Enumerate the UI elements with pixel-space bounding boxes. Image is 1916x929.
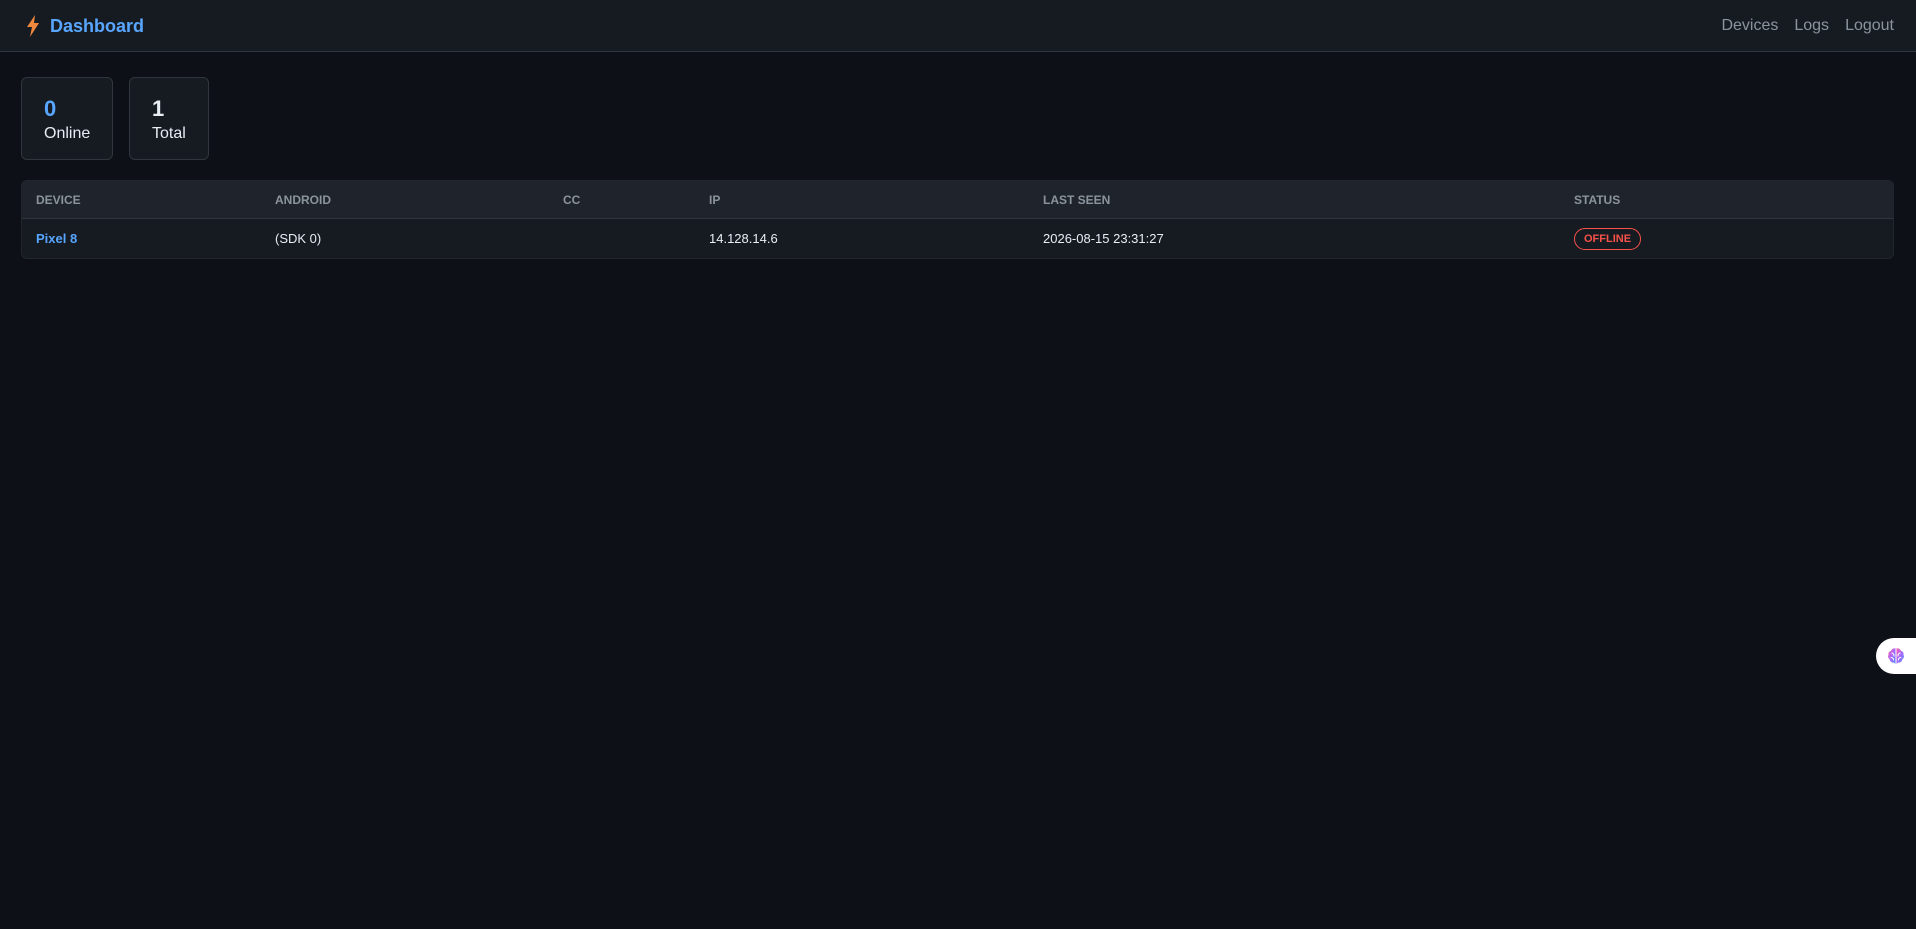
- online-label: Online: [44, 125, 91, 142]
- column-header-cc: CC: [549, 181, 695, 219]
- device-cell: Pixel 8: [22, 219, 261, 259]
- column-header-android: ANDROID: [261, 181, 549, 219]
- device-link[interactable]: Pixel 8: [36, 231, 77, 246]
- total-label: Total: [152, 125, 186, 142]
- nav-logout-link[interactable]: Logout: [1845, 15, 1894, 37]
- main-nav: Devices Logs Logout: [1721, 15, 1894, 37]
- last-seen-cell: 2026-08-15 23:31:27: [1043, 231, 1164, 246]
- top-navbar: Dashboard Devices Logs Logout: [0, 0, 1916, 52]
- brain-icon: [1888, 648, 1904, 664]
- page-title: Dashboard: [50, 16, 145, 36]
- lightning-bolt-icon: [27, 15, 39, 37]
- cc-cell: [549, 219, 695, 259]
- online-count: 0: [44, 96, 57, 121]
- status-cell: OFFLINE: [1560, 219, 1893, 259]
- status-badge: OFFLINE: [1574, 227, 1642, 250]
- column-header-last-seen: LAST SEEN: [1029, 181, 1560, 219]
- table-header-row: DEVICE ANDROID CC IP LAST SEEN STATUS: [22, 181, 1893, 219]
- side-widget-button[interactable]: [1876, 638, 1916, 674]
- column-header-device: DEVICE: [22, 181, 261, 219]
- stat-card-online: 0 Online: [21, 77, 113, 160]
- column-header-status: STATUS: [1560, 181, 1893, 219]
- nav-devices-link[interactable]: Devices: [1721, 15, 1778, 37]
- stat-card-total: 1 Total: [129, 77, 209, 160]
- devices-table: DEVICE ANDROID CC IP LAST SEEN STATUS Pi…: [21, 180, 1894, 259]
- android-cell: (SDK 0): [275, 231, 322, 246]
- ip-cell: 14.128.14.6: [709, 231, 778, 246]
- nav-logs-link[interactable]: Logs: [1794, 15, 1829, 37]
- table-row: Pixel 8 (SDK 0) 14.128.14.6 2026-08-15 2…: [22, 219, 1893, 259]
- stats-row: 0 Online 1 Total: [21, 77, 209, 160]
- total-count: 1: [152, 96, 165, 121]
- brand[interactable]: Dashboard: [26, 14, 144, 38]
- column-header-ip: IP: [695, 181, 1029, 219]
